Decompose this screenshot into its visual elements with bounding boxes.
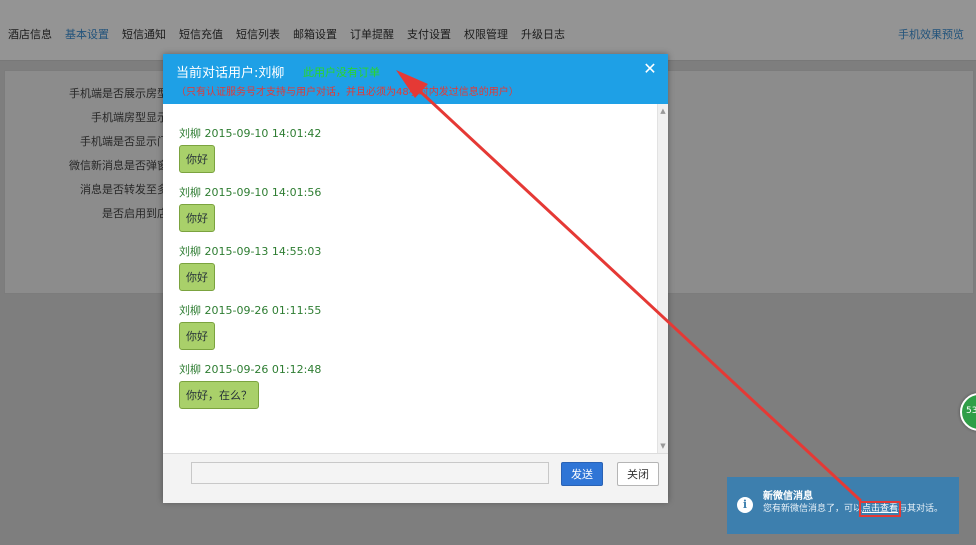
toast-text: 与其对话。 bbox=[898, 504, 944, 514]
dialog-note: （只有认证服务号才支持与用户对话，并且必须为48小时内发过信息的用户） bbox=[176, 87, 519, 98]
message-bubble: 你好 bbox=[179, 322, 215, 350]
view-message-link[interactable]: 点击查看 bbox=[859, 501, 902, 517]
message-sender: 刘柳 bbox=[179, 363, 201, 376]
toast-body: 您有新微信消息了，可以点击查看与其对话。 bbox=[763, 501, 953, 517]
new-message-toast: i 新微信消息 您有新微信消息了，可以点击查看与其对话。 bbox=[727, 477, 959, 534]
chat-message: 刘柳 2015-09-10 14:01:42 你好 bbox=[179, 125, 321, 173]
message-time: 2015-09-13 14:55:03 bbox=[204, 245, 322, 258]
message-time: 2015-09-26 01:11:55 bbox=[204, 304, 322, 317]
chat-message: 刘柳 2015-09-10 14:01:56 你好 bbox=[179, 184, 321, 232]
toast-text: 您有新微信消息了，可以 bbox=[763, 504, 863, 514]
chat-widget-label: 53 bbox=[966, 406, 976, 416]
message-sender: 刘柳 bbox=[179, 245, 201, 258]
message-sender: 刘柳 bbox=[179, 304, 201, 317]
close-button[interactable]: 关闭 bbox=[617, 462, 659, 486]
info-icon: i bbox=[737, 497, 753, 513]
scroll-down-icon[interactable]: ▼ bbox=[659, 442, 667, 450]
reply-input[interactable] bbox=[191, 462, 549, 484]
message-sender: 刘柳 bbox=[179, 127, 201, 140]
message-bubble: 你好 bbox=[179, 145, 215, 173]
scroll-up-icon[interactable]: ▲ bbox=[659, 107, 667, 115]
message-time: 2015-09-10 14:01:56 bbox=[204, 186, 322, 199]
message-time: 2015-09-26 01:12:48 bbox=[204, 363, 322, 376]
chat-dialog: 当前对话用户:刘柳 此用户没有订单 （只有认证服务号才支持与用户对话，并且必须为… bbox=[163, 54, 668, 503]
message-bubble: 你好 bbox=[179, 263, 215, 291]
dialog-footer: 发送 关闭 bbox=[163, 453, 668, 503]
send-button[interactable]: 发送 bbox=[561, 462, 603, 486]
chat-history[interactable]: 刘柳 2015-09-10 14:01:42 你好 刘柳 2015-09-10 … bbox=[163, 104, 668, 453]
message-bubble: 你好，在么？ bbox=[179, 381, 259, 409]
toast-title: 新微信消息 bbox=[763, 491, 813, 502]
message-bubble: 你好 bbox=[179, 204, 215, 232]
dialog-title: 当前对话用户:刘柳 bbox=[176, 66, 285, 81]
close-icon[interactable]: ✕ bbox=[642, 61, 658, 77]
chat-message: 刘柳 2015-09-26 01:12:48 你好，在么？ bbox=[179, 361, 321, 409]
message-time: 2015-09-10 14:01:42 bbox=[204, 127, 322, 140]
order-status: 此用户没有订单 bbox=[303, 66, 380, 79]
chat-scrollbar[interactable]: ▲ ▼ bbox=[657, 104, 668, 453]
chat-message: 刘柳 2015-09-13 14:55:03 你好 bbox=[179, 243, 321, 291]
dialog-header: 当前对话用户:刘柳 此用户没有订单 （只有认证服务号才支持与用户对话，并且必须为… bbox=[163, 54, 668, 104]
message-sender: 刘柳 bbox=[179, 186, 201, 199]
chat-message: 刘柳 2015-09-26 01:11:55 你好 bbox=[179, 302, 321, 350]
